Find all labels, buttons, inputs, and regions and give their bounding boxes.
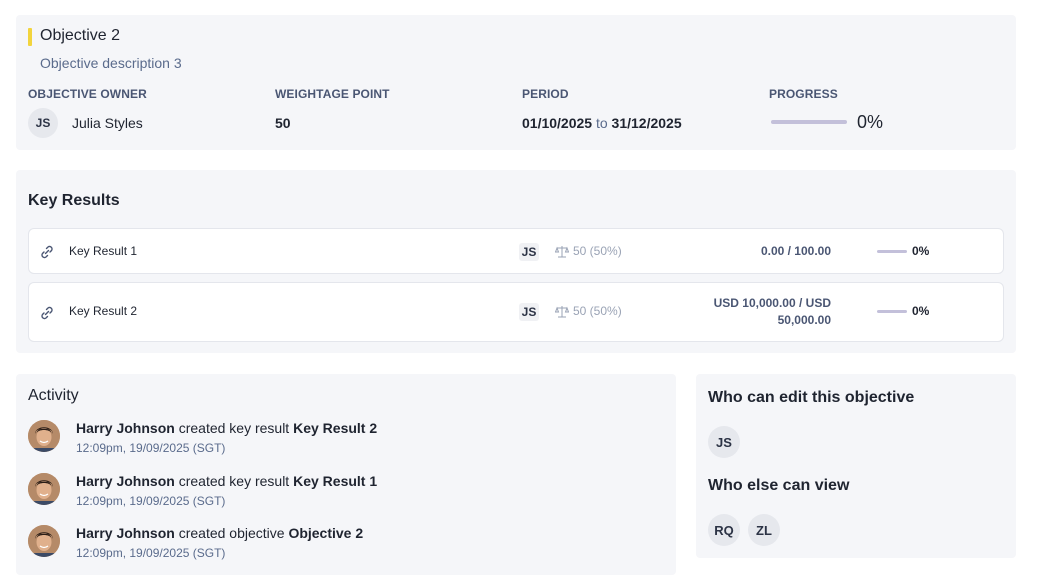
activity-time: 12:09pm, 19/09/2025 (SGT) (76, 441, 226, 455)
key-results-panel: Key Results Key Result 1 JS 50 (50%) 0.0… (16, 170, 1016, 353)
scale-icon (555, 305, 569, 317)
objective-description: Objective description 3 (40, 55, 182, 71)
user-photo (28, 473, 60, 505)
activity-action: created objective (178, 525, 285, 541)
weightage-label: WEIGHTAGE POINT (275, 87, 390, 101)
editor-avatar[interactable]: JS (708, 426, 740, 458)
activity-user[interactable]: Harry Johnson (76, 420, 175, 436)
owner-avatar[interactable]: JS (28, 108, 58, 138)
objective-progress-value: 0% (857, 112, 884, 132)
activity-item: Harry Johnson created objective Objectiv… (28, 525, 668, 565)
key-result-value: USD 10,000.00 / USD 50,000.00 (713, 296, 831, 327)
owner-name: Julia Styles (72, 115, 143, 131)
activity-item: Harry Johnson created key result Key Res… (28, 420, 668, 460)
permissions-panel: Who can edit this objective JS Who else … (696, 374, 1016, 558)
edit-permission-heading: Who can edit this objective (708, 389, 915, 406)
key-result-progress-bar (877, 250, 907, 253)
activity-time: 12:09pm, 19/09/2025 (SGT) (76, 494, 226, 508)
viewer-avatar[interactable]: RQ (708, 514, 740, 546)
period-start: 01/10/2025 (522, 115, 593, 131)
key-result-name: Key Result 2 (69, 304, 138, 318)
progress-label: PROGRESS (769, 87, 838, 101)
key-results-heading: Key Results (28, 192, 120, 209)
key-result-value: 0.00 / 100.00 (760, 244, 831, 258)
key-result-row[interactable]: Key Result 2 JS 50 (50%) USD 10,000.00 /… (28, 282, 1004, 342)
viewer-avatar[interactable]: ZL (748, 514, 780, 546)
activity-item: Harry Johnson created key result Key Res… (28, 473, 668, 513)
activity-target[interactable]: Key Result 1 (293, 473, 377, 489)
scale-icon (555, 245, 569, 257)
activity-text: Harry Johnson created key result Key Res… (76, 420, 377, 436)
activity-panel: Activity Harry Johnson created key resul… (16, 374, 676, 575)
key-result-owner: JS (519, 243, 539, 261)
activity-action: created key result (178, 420, 290, 436)
link-icon (41, 245, 53, 259)
user-photo (28, 525, 60, 557)
activity-user[interactable]: Harry Johnson (76, 525, 175, 541)
objective-card: Objective 2 Objective description 3 OBJE… (16, 15, 1016, 150)
key-result-weight: 50 (50%) (555, 304, 622, 318)
owner-label: OBJECTIVE OWNER (28, 87, 147, 101)
weightage-value: 50 (275, 115, 291, 131)
objective-title: Objective 2 (40, 27, 121, 44)
period-to: to (595, 115, 608, 131)
user-photo (28, 420, 60, 452)
period-end: 31/12/2025 (611, 115, 682, 131)
activity-heading: Activity (28, 387, 79, 404)
activity-action: created key result (178, 473, 290, 489)
link-icon (41, 306, 53, 320)
activity-time: 12:09pm, 19/09/2025 (SGT) (76, 546, 226, 560)
activity-target[interactable]: Objective 2 (288, 525, 363, 541)
key-result-owner: JS (519, 303, 539, 321)
activity-text: Harry Johnson created key result Key Res… (76, 473, 377, 489)
key-result-weight-value: 50 (50%) (573, 244, 622, 258)
key-result-row[interactable]: Key Result 1 JS 50 (50%) 0.00 / 100.00 0… (28, 228, 1004, 274)
activity-target[interactable]: Key Result 2 (293, 420, 377, 436)
objective-progress-bar (771, 120, 847, 124)
activity-text: Harry Johnson created objective Objectiv… (76, 525, 363, 541)
key-result-name: Key Result 1 (69, 244, 138, 258)
key-result-progress-bar (877, 310, 907, 313)
key-result-progress: 0% (912, 304, 930, 318)
period-value: 01/10/2025 to 31/12/2025 (522, 115, 682, 131)
objective-accent-bar (28, 28, 32, 46)
key-result-weight: 50 (50%) (555, 244, 622, 258)
key-result-weight-value: 50 (50%) (573, 304, 622, 318)
activity-user[interactable]: Harry Johnson (76, 473, 175, 489)
key-result-progress: 0% (912, 244, 930, 258)
view-permission-heading: Who else can view (708, 477, 850, 494)
period-label: PERIOD (522, 87, 569, 101)
